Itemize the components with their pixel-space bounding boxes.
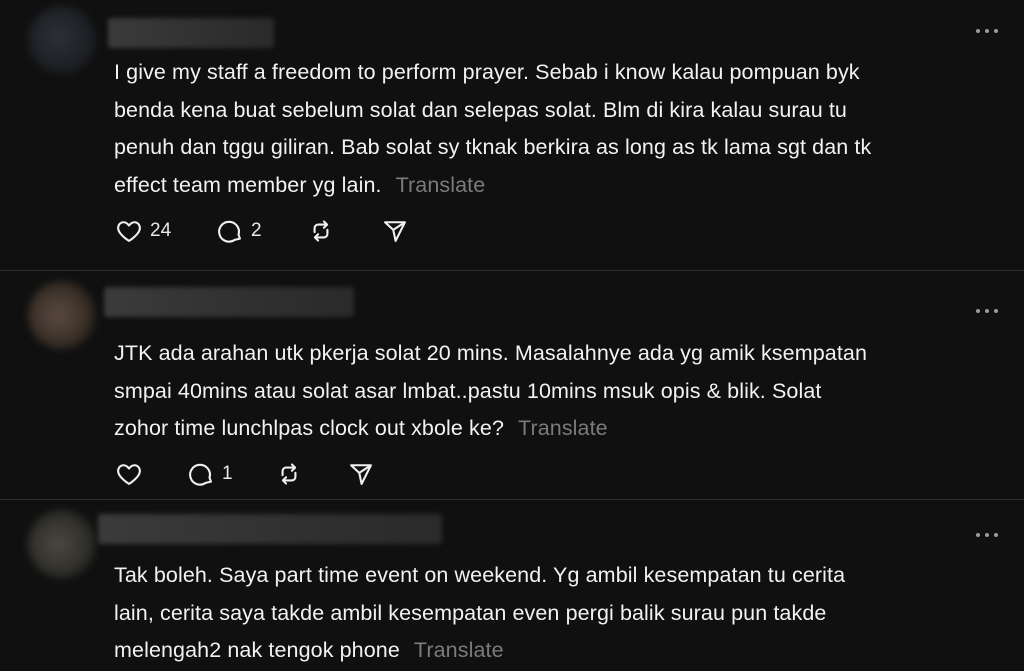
- like-button[interactable]: 24: [114, 216, 171, 246]
- username-redacted[interactable]: [104, 287, 354, 317]
- comment-icon: [218, 220, 241, 243]
- repost-button[interactable]: [274, 459, 304, 489]
- post-line: I give my staff a freedom to perform pra…: [114, 60, 860, 84]
- share-button[interactable]: [346, 459, 376, 489]
- post-text: I give my staff a freedom to perform pra…: [114, 54, 1014, 204]
- post-line: smpai 40mins atau solat asar lmbat..past…: [114, 378, 822, 403]
- post-3: Tak boleh. Saya part time event on weeke…: [0, 500, 1024, 671]
- repost-button[interactable]: [306, 216, 336, 246]
- avatar[interactable]: [28, 510, 96, 578]
- like-count: 24: [150, 220, 172, 241]
- repost-icon: [313, 220, 329, 242]
- avatar[interactable]: [28, 281, 96, 349]
- repost-icon: [281, 463, 297, 485]
- post-line: benda kena buat sebelum solat dan selepa…: [114, 97, 847, 122]
- post-1: I give my staff a freedom to perform pra…: [0, 0, 1024, 271]
- avatar[interactable]: [28, 6, 96, 74]
- username-redacted[interactable]: [98, 514, 442, 544]
- share-button[interactable]: [380, 216, 410, 246]
- post-text: Tak boleh. Saya part time event on weeke…: [114, 557, 1014, 670]
- post-line: JTK ada arahan utk pkerja solat 20 mins.…: [114, 341, 868, 365]
- post-line: penuh dan tggu giliran. Bab solat sy tkn…: [114, 135, 872, 159]
- translate-link[interactable]: Translate: [396, 173, 486, 197]
- translate-link[interactable]: Translate: [414, 638, 504, 662]
- thread-feed: I give my staff a freedom to perform pra…: [0, 0, 1024, 671]
- reply-count: 2: [251, 220, 262, 241]
- like-button[interactable]: [114, 459, 144, 489]
- comment-icon: [189, 463, 212, 486]
- more-options-button[interactable]: [976, 27, 998, 35]
- heart-icon: [117, 221, 141, 242]
- post-line: zohor time lunchlpas clock out xbole ke?: [114, 416, 505, 440]
- more-options-button[interactable]: [976, 307, 998, 315]
- heart-icon: [117, 464, 141, 485]
- username-redacted[interactable]: [108, 18, 274, 48]
- post-line: melengah2 nak tengok phone: [114, 638, 400, 662]
- more-horizontal-icon: [976, 309, 980, 313]
- reply-count: 1: [222, 463, 233, 484]
- send-icon: [350, 464, 372, 485]
- send-icon: [384, 221, 406, 242]
- post-line: effect team member yg lain.: [114, 172, 382, 197]
- more-horizontal-icon: [976, 29, 980, 33]
- post-text: JTK ada arahan utk pkerja solat 20 mins.…: [114, 335, 1014, 448]
- translate-link[interactable]: Translate: [518, 416, 608, 440]
- more-horizontal-icon: [976, 533, 980, 537]
- more-options-button[interactable]: [976, 531, 998, 539]
- post-2: JTK ada arahan utk pkerja solat 20 mins.…: [0, 271, 1024, 500]
- reply-button[interactable]: 2: [215, 216, 262, 246]
- reply-button[interactable]: 1: [186, 459, 233, 489]
- post-line: Tak boleh. Saya part time event on weeke…: [114, 563, 846, 587]
- post-line: lain, cerita saya takde ambil kesempatan…: [114, 600, 827, 625]
